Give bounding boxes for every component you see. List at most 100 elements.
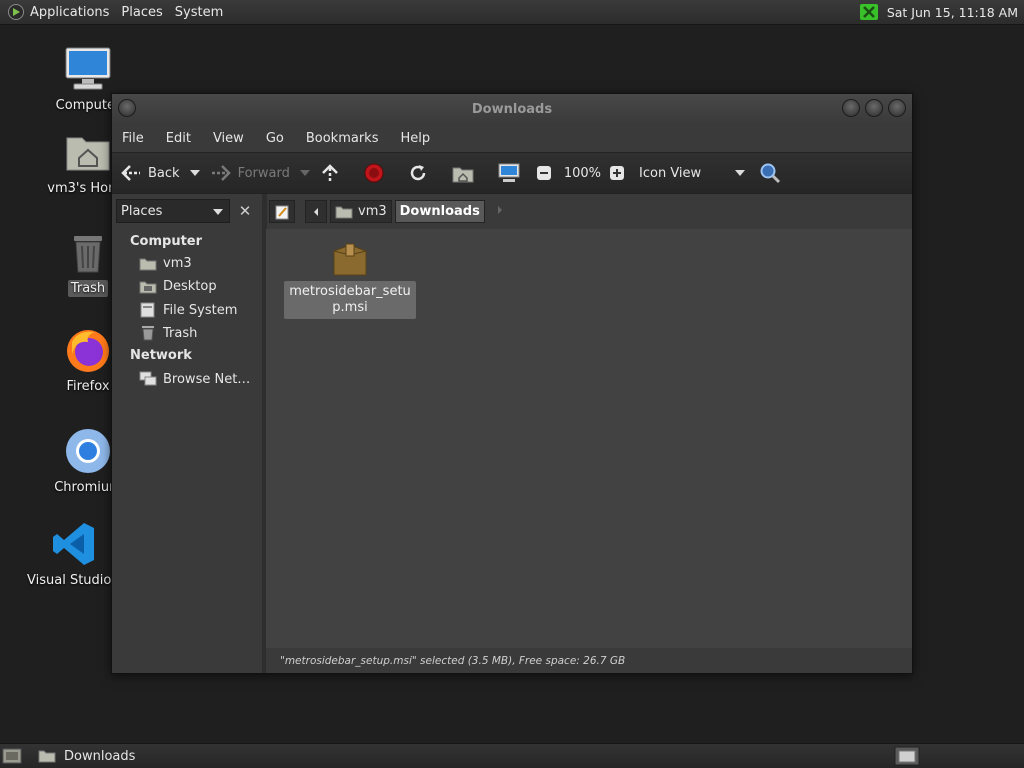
home-icon	[452, 167, 474, 183]
menu-file[interactable]: File	[122, 131, 144, 146]
menu-view[interactable]: View	[213, 131, 244, 146]
search-button[interactable]	[759, 162, 787, 184]
sidebar-mode-select[interactable]: Places	[116, 199, 230, 223]
applications-menu[interactable]: Applications	[30, 5, 117, 20]
menu-edit[interactable]: Edit	[166, 131, 191, 146]
stop-icon	[364, 163, 384, 183]
computer-icon	[65, 47, 111, 90]
location-bar: Places ✕ vm3 Downloads	[112, 194, 912, 229]
file-manager-window[interactable]: Downloads File Edit View Go Bookmarks He…	[111, 93, 913, 674]
bottom-panel: Downloads	[0, 743, 1024, 768]
reload-icon	[410, 165, 426, 181]
chevron-right-icon	[497, 206, 502, 214]
forward-history-dropdown[interactable]	[299, 170, 310, 176]
sidebar-item-label: Trash	[163, 325, 198, 341]
path-segment-vm3[interactable]: vm3	[330, 200, 392, 223]
desktop-icon-vscode[interactable]: Visual Studio Code	[24, 520, 130, 593]
up-arrow-icon	[321, 164, 338, 182]
toggle-location-button[interactable]	[269, 200, 295, 223]
show-desktop-icon[interactable]	[2, 747, 22, 765]
view-mode-dropdown[interactable]	[735, 170, 746, 176]
vscode-icon	[53, 523, 94, 565]
home-folder-icon	[335, 206, 353, 218]
folder-icon	[38, 750, 56, 763]
drive-icon	[140, 302, 155, 318]
zoom-in-icon	[610, 166, 625, 180]
maximize-button[interactable]	[865, 99, 883, 117]
home-folder-icon	[139, 258, 157, 270]
home-button[interactable]	[452, 163, 480, 183]
forward-label: Forward	[237, 165, 290, 181]
firefox-icon	[67, 330, 109, 372]
menu-go[interactable]: Go	[266, 131, 284, 146]
network-icon	[139, 371, 157, 386]
desktop-icon-label: Trash	[67, 280, 109, 297]
search-icon	[760, 163, 781, 184]
window-title: Downloads	[471, 101, 553, 117]
sidebar-item-vm3[interactable]: vm3	[139, 256, 192, 271]
sidebar-item-desktop[interactable]: Desktop	[139, 279, 217, 294]
file-item[interactable]: metrosidebar_setup.msi	[284, 241, 416, 319]
desktop-folder-icon	[139, 281, 157, 293]
clock[interactable]: Sat Jun 15, 11:18 AM	[887, 5, 1018, 20]
sidebar-mode-value: Places	[121, 203, 163, 219]
forward-arrow-icon	[211, 165, 231, 181]
chevron-down-icon	[213, 209, 223, 215]
sidebar-item-label: Desktop	[163, 279, 217, 294]
chromium-icon	[66, 429, 110, 473]
close-sidebar-icon[interactable]: ✕	[235, 200, 255, 222]
window-titlebar[interactable]: Downloads	[112, 94, 912, 124]
taskbar-item-label: Downloads	[64, 748, 136, 764]
sidebar-item-filesystem[interactable]: File System	[139, 302, 237, 318]
mate-logo-icon[interactable]	[8, 4, 24, 20]
path-bar: vm3 Downloads	[269, 199, 504, 224]
sidebar-item-label: File System	[163, 302, 238, 318]
menu-help[interactable]: Help	[400, 131, 430, 146]
status-text: "metrosidebar_setup.msi" selected (3.5 M…	[280, 654, 626, 667]
minimize-button[interactable]	[842, 99, 860, 117]
close-button[interactable]	[888, 99, 906, 117]
forward-button[interactable]: Forward	[210, 164, 290, 182]
zoom-out-icon	[536, 166, 551, 180]
path-segment-label: vm3	[358, 204, 387, 219]
stop-button[interactable]	[364, 163, 390, 183]
home-folder-icon	[66, 137, 110, 171]
status-bar: "metrosidebar_setup.msi" selected (3.5 M…	[266, 648, 912, 673]
places-menu[interactable]: Places	[121, 5, 170, 20]
computer-button[interactable]	[498, 163, 526, 183]
reload-button[interactable]	[408, 163, 434, 183]
back-button[interactable]: Back	[120, 164, 180, 182]
menubar: File Edit View Go Bookmarks Help	[112, 124, 912, 152]
zoom-out-button[interactable]	[536, 165, 558, 181]
path-scroll-left[interactable]	[305, 200, 327, 223]
view-mode-select[interactable]: Icon View	[639, 166, 701, 181]
package-file-icon	[333, 243, 367, 276]
workspace-switcher-icon[interactable]	[894, 746, 920, 766]
back-history-dropdown[interactable]	[189, 170, 200, 176]
path-segment-label: Downloads	[399, 204, 480, 219]
path-scroll-right[interactable]	[496, 204, 504, 219]
top-panel: Applications Places System Sat Jun 15, 1…	[0, 0, 1024, 25]
taskbar-item-downloads[interactable]: Downloads	[38, 744, 204, 768]
zoom-in-button[interactable]	[609, 165, 631, 181]
desktop-icon-label: Firefox	[66, 379, 110, 394]
trash-icon	[142, 326, 154, 341]
file-icon-view[interactable]: metrosidebar_setup.msi	[266, 229, 912, 648]
menu-bookmarks[interactable]: Bookmarks	[306, 131, 379, 146]
sidebar-item-label: Browse Net…	[163, 371, 251, 387]
window-menu-button[interactable]	[118, 99, 136, 117]
back-arrow-icon	[121, 165, 140, 181]
sidebar-item-label: vm3	[163, 256, 192, 271]
chevron-left-icon	[314, 207, 318, 216]
places-sidebar: Computer vm3 Desktop File System Trash N…	[112, 229, 262, 673]
sidebar-item-browse-network[interactable]: Browse Net…	[139, 371, 250, 387]
path-segment-downloads[interactable]: Downloads	[394, 200, 485, 223]
network-status-icon[interactable]	[859, 3, 879, 21]
system-menu[interactable]: System	[175, 5, 231, 20]
sidebar-header-network: Network	[130, 348, 192, 363]
sidebar-item-trash[interactable]: Trash	[139, 325, 197, 341]
up-button[interactable]	[320, 163, 346, 183]
edit-location-icon	[275, 205, 289, 219]
zoom-level[interactable]: 100%	[564, 166, 601, 181]
computer-icon	[498, 163, 520, 182]
